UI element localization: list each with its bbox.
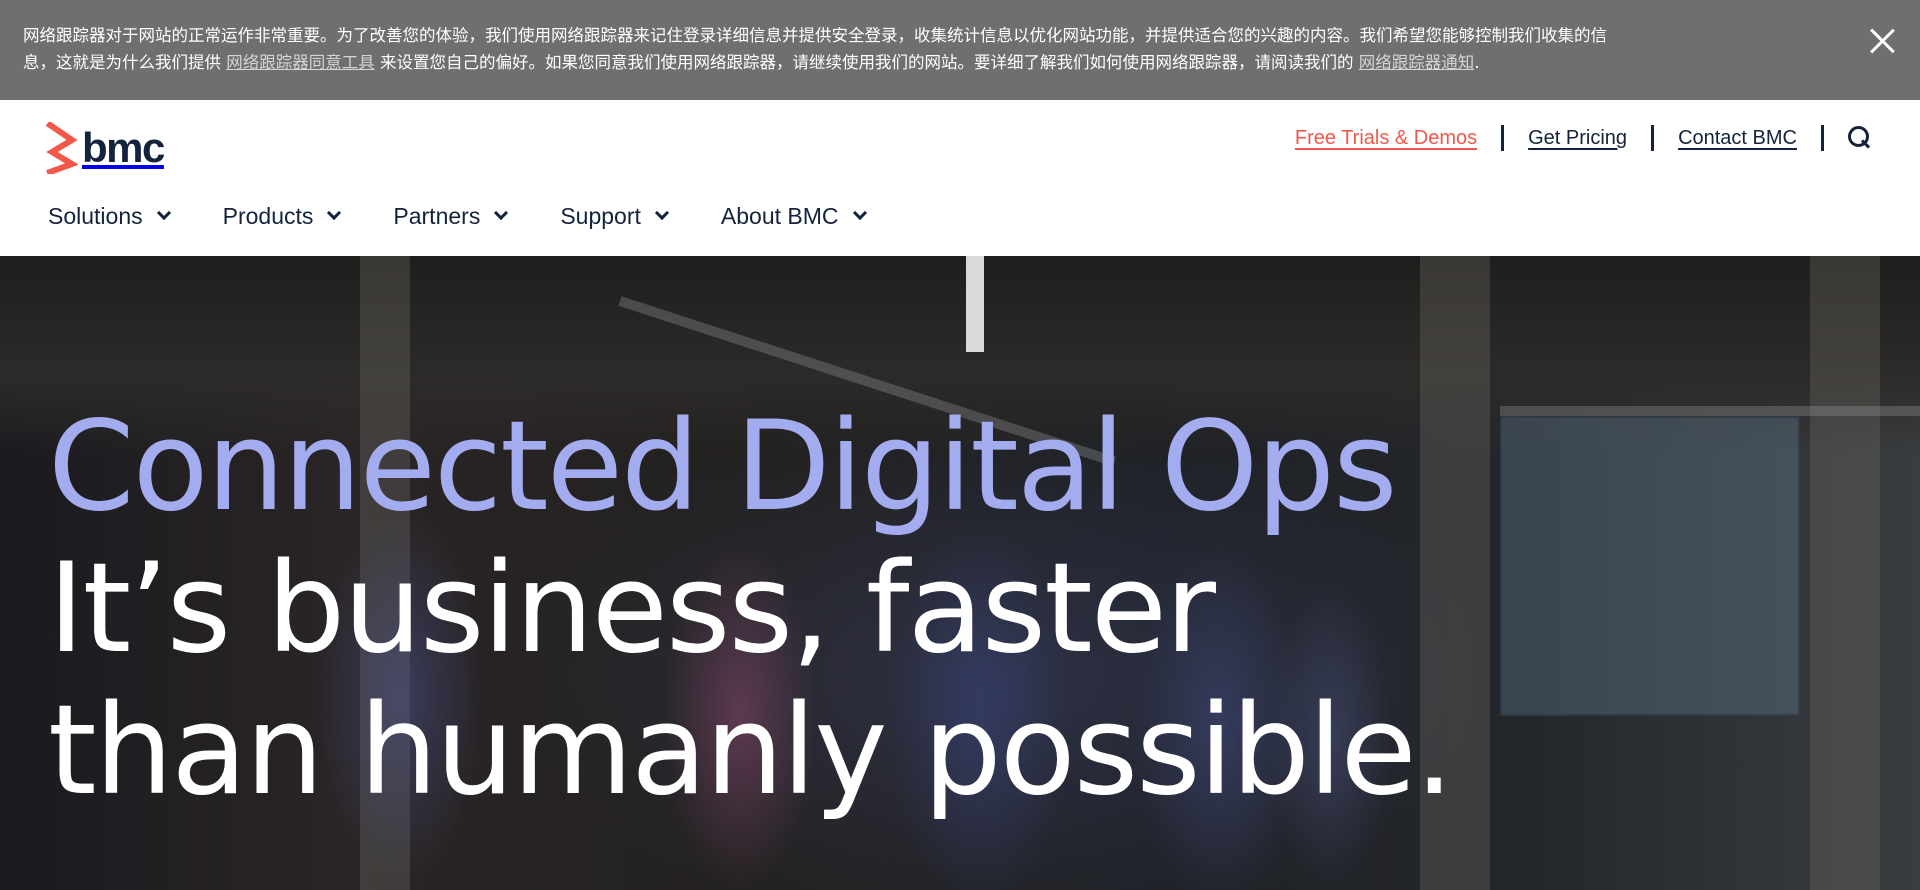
chevron-down-icon bbox=[654, 205, 669, 221]
nav-item-label: Products bbox=[222, 202, 314, 229]
nav-item-label: Solutions bbox=[48, 202, 143, 229]
chevron-down-icon bbox=[156, 205, 171, 221]
hero-background-lamp bbox=[966, 256, 984, 352]
hero-line-3: than humanly possible. bbox=[48, 679, 1454, 823]
site-header: bmc Free Trials & Demos Get Pricing Cont… bbox=[0, 100, 1920, 256]
cookie-text-line-2: 息，这就是为什么我们提供 网络跟踪器同意工具 来设置您自己的偏好。如果您同意我们… bbox=[23, 49, 1770, 76]
cookie-notice-link[interactable]: 网络跟踪器通知 bbox=[1359, 53, 1475, 72]
hero-section: Connected Digital Ops It’s business, fas… bbox=[0, 256, 1920, 890]
hero-heading: Connected Digital Ops It’s business, fas… bbox=[48, 396, 1748, 822]
nav-item-support[interactable]: Support bbox=[560, 202, 669, 230]
bmc-logo-icon bbox=[46, 122, 78, 174]
cookie-text-after: . bbox=[1474, 53, 1480, 72]
nav-item-label: Partners bbox=[393, 202, 481, 229]
cookie-text-line-1: 网络跟踪器对于网站的正常运作非常重要。为了改善您的体验，我们使用网络跟踪器来记住… bbox=[23, 26, 1607, 45]
main-nav: Solutions Products Partners Support Abou… bbox=[48, 198, 919, 234]
hero-line-2: It’s business, faster bbox=[48, 537, 1216, 681]
search-icon[interactable] bbox=[1848, 126, 1872, 150]
cookie-text-middle: 来设置您自己的偏好。如果您同意我们使用网络跟踪器，请继续使用我们的网站。要详细了… bbox=[374, 53, 1359, 72]
nav-item-solutions[interactable]: Solutions bbox=[48, 202, 171, 230]
divider bbox=[1501, 125, 1505, 151]
cookie-banner: 网络跟踪器对于网站的正常运作非常重要。为了改善您的体验，我们使用网络跟踪器来记住… bbox=[0, 0, 1920, 100]
nav-item-partners[interactable]: Partners bbox=[393, 202, 509, 230]
divider bbox=[1651, 125, 1655, 151]
chevron-down-icon bbox=[494, 205, 509, 221]
get-pricing-link[interactable]: Get Pricing bbox=[1528, 127, 1627, 150]
contact-bmc-link[interactable]: Contact BMC bbox=[1678, 127, 1797, 150]
utility-nav: Free Trials & Demos Get Pricing Contact … bbox=[1295, 120, 1872, 156]
hero-accent-line: Connected Digital Ops bbox=[48, 395, 1398, 539]
free-trials-link[interactable]: Free Trials & Demos bbox=[1295, 127, 1477, 150]
chevron-down-icon bbox=[327, 205, 342, 221]
nav-item-products[interactable]: Products bbox=[222, 202, 342, 230]
cookie-consent-tool-link[interactable]: 网络跟踪器同意工具 bbox=[226, 53, 375, 72]
nav-item-label: Support bbox=[560, 202, 641, 229]
divider bbox=[1821, 125, 1824, 151]
hero-background-column bbox=[1810, 256, 1880, 890]
nav-item-about-bmc[interactable]: About BMC bbox=[720, 202, 867, 230]
close-icon[interactable] bbox=[1866, 25, 1898, 57]
logo-text: bmc bbox=[82, 124, 165, 171]
cookie-text-before: 息，这就是为什么我们提供 bbox=[23, 53, 227, 72]
nav-item-label: About BMC bbox=[720, 202, 839, 229]
bmc-logo[interactable]: bmc bbox=[46, 122, 165, 174]
chevron-down-icon bbox=[852, 205, 867, 221]
